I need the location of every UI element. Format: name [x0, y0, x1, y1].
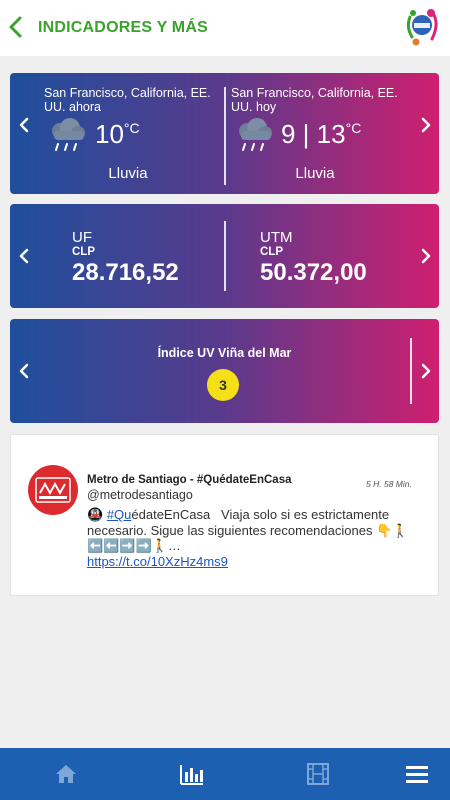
- tweet-card[interactable]: Metro de Santiago - #QuédateEnCasa 5 H. …: [10, 434, 439, 596]
- rain-cloud-icon: [52, 118, 85, 151]
- weather-divider: [224, 87, 226, 185]
- prev-arrow-icon[interactable]: [14, 246, 34, 266]
- tweet-url-link[interactable]: https://t.co/10XzHz4ms9: [87, 554, 228, 569]
- weather-now-temp: 10°C: [95, 119, 140, 149]
- utm-value: 50.372,00: [260, 259, 367, 286]
- uv-card: Índice UV Viña del Mar 3: [10, 319, 439, 423]
- weather-now-location: San Francisco, California, EE. UU. ahora: [44, 86, 211, 114]
- prev-arrow-icon[interactable]: [14, 361, 34, 381]
- prev-arrow-icon[interactable]: [14, 115, 34, 135]
- uf-label: UF: [72, 229, 92, 246]
- nav-videos[interactable]: [298, 748, 338, 800]
- uv-divider: [410, 338, 412, 404]
- tweet-handle[interactable]: @metrodesantiago: [87, 488, 193, 502]
- uf-value: 28.716,52: [72, 259, 179, 286]
- weather-today-location: San Francisco, California, EE. UU. hoy: [231, 86, 398, 114]
- nav-menu[interactable]: [397, 748, 437, 800]
- menu-icon: [406, 766, 428, 783]
- next-arrow-icon[interactable]: [416, 246, 436, 266]
- avatar[interactable]: [28, 465, 78, 515]
- nav-home[interactable]: [46, 748, 86, 800]
- weather-today-desc: Lluvia: [295, 165, 335, 182]
- chart-icon: [180, 765, 203, 785]
- weather-card: San Francisco, California, EE. UU. ahora…: [10, 73, 439, 194]
- tweet-hashtag-link[interactable]: #Qu: [107, 507, 132, 522]
- uv-value-badge: 3: [207, 369, 239, 401]
- next-arrow-icon[interactable]: [416, 361, 436, 381]
- page-title: INDICADORES Y MÁS: [38, 19, 208, 36]
- utm-label: UTM: [260, 229, 293, 246]
- bottom-nav: [0, 748, 450, 800]
- utm-unit: CLP: [260, 246, 283, 258]
- channel-logo: [406, 9, 438, 46]
- tweet-time: 5 H. 58 Min.: [366, 479, 412, 489]
- film-icon: [307, 763, 329, 785]
- tweet-author-name[interactable]: Metro de Santiago - #QuédateEnCasa: [87, 474, 292, 486]
- rain-cloud-icon: [239, 118, 272, 151]
- weather-now-desc: Lluvia: [108, 165, 148, 182]
- indicators-card: UF CLP 28.716,52 UTM CLP 50.372,00: [10, 204, 439, 308]
- top-bar: INDICADORES Y MÁS: [0, 0, 450, 56]
- weather-today-temp: 9 | 13°C: [281, 119, 362, 149]
- next-arrow-icon[interactable]: [416, 115, 436, 135]
- home-icon: [56, 765, 76, 783]
- tweet-body: 🚇 #QuédateEnCasa Viaja solo si es estric…: [87, 507, 417, 569]
- uf-unit: CLP: [72, 246, 95, 258]
- train-icon: 🚇: [87, 507, 107, 522]
- nav-indicators[interactable]: [172, 748, 212, 800]
- uv-title: Índice UV Viña del Mar: [157, 346, 292, 360]
- back-arrow-icon[interactable]: [6, 12, 26, 42]
- tweet-hashtag-rest: édateEnCasa: [131, 507, 211, 522]
- metro-logo-icon: [35, 477, 71, 503]
- indicators-divider: [224, 221, 226, 291]
